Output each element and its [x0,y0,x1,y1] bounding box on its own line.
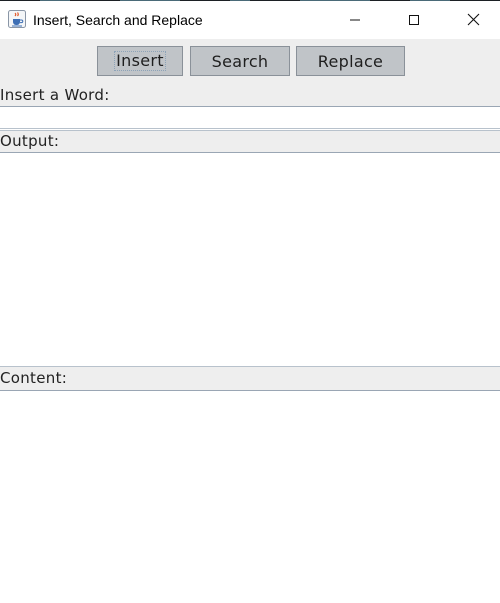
separator [0,128,500,129]
maximize-icon [408,11,420,30]
insert-button[interactable]: Insert [97,46,183,76]
app-window: Insert, Search and Replace Insert Search [0,1,500,603]
word-input[interactable] [0,107,500,128]
insert-button-label: Insert [114,51,166,71]
content-text-area[interactable] [0,391,500,603]
replace-button[interactable]: Replace [296,46,405,76]
minimize-icon [349,11,361,30]
insert-word-label: Insert a Word: [0,85,500,106]
output-text-area[interactable] [0,153,500,366]
close-icon [467,11,480,30]
title-bar[interactable]: Insert, Search and Replace [0,1,500,39]
output-label: Output: [0,130,500,152]
search-button-label: Search [211,51,269,71]
content-label: Content: [0,367,500,390]
search-button[interactable]: Search [190,46,290,76]
java-cup-icon [8,10,26,28]
window-title: Insert, Search and Replace [33,12,203,28]
maximize-button[interactable] [391,1,437,39]
button-toolbar: Insert Search Replace [0,39,500,85]
replace-button-label: Replace [317,51,384,71]
minimize-button[interactable] [332,1,378,39]
main-panel: Insert Search Replace Insert a Word: Out… [0,39,500,603]
close-button[interactable] [450,1,496,39]
